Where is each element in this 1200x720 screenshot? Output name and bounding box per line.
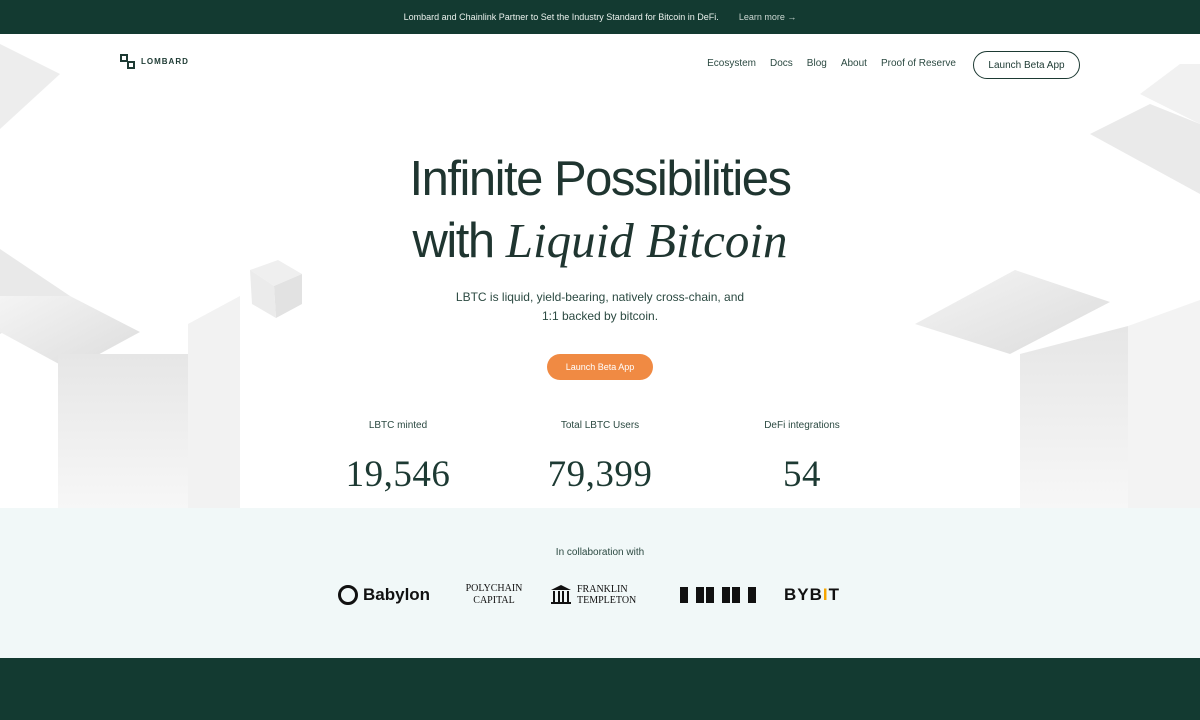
babylon-icon xyxy=(338,585,358,605)
headline-plain-text: with xyxy=(412,214,506,268)
okx-icon-x xyxy=(732,587,756,603)
bybit-text-c: T xyxy=(828,585,841,604)
partner-logo-franklin-templeton: FRANKLIN TEMPLETON xyxy=(550,580,636,610)
bybit-text-a: BYB xyxy=(784,585,823,604)
partner-logo-babylon: Babylon xyxy=(338,580,430,610)
nav-link-about[interactable]: About xyxy=(841,58,867,69)
brand-logo[interactable]: LOMBARD xyxy=(120,54,189,69)
partner-name-line2: CAPITAL xyxy=(473,595,515,606)
okx-icon xyxy=(680,587,704,603)
stat-total-users: Total LBTC Users 79,399 xyxy=(520,420,680,496)
footer-band xyxy=(0,658,1200,720)
launch-beta-app-nav-button[interactable]: Launch Beta App xyxy=(973,51,1080,79)
stat-defi-integrations: DeFi integrations 54 xyxy=(722,420,882,496)
collaboration-section: In collaboration with Babylon POLYCHAIN … xyxy=(0,508,1200,658)
brand-name: LOMBARD xyxy=(141,57,189,66)
hero-subtitle: LBTC is liquid, yield-bearing, natively … xyxy=(455,290,745,323)
hero-headline: Infinite Possibilities with Liquid Bitco… xyxy=(0,148,1200,272)
collaboration-title: In collaboration with xyxy=(555,547,645,558)
stat-label: Total LBTC Users xyxy=(560,420,640,431)
headline-italic-text: Liquid Bitcoin xyxy=(505,213,788,268)
partner-logo-okx xyxy=(680,580,756,610)
nav-link-docs[interactable]: Docs xyxy=(770,58,793,69)
partner-name: Babylon xyxy=(363,585,431,604)
stat-value: 79,399 xyxy=(547,454,653,495)
nav-links: Ecosystem Docs Blog About Proof of Reser… xyxy=(707,58,956,69)
partner-name-line1: POLYCHAIN xyxy=(465,583,523,594)
nav-link-ecosystem[interactable]: Ecosystem xyxy=(707,58,756,69)
franklin-templeton-icon xyxy=(551,585,571,604)
partner-name-line1: FRANKLIN xyxy=(577,584,628,595)
partner-logo-bybit: BYB I T xyxy=(784,580,840,610)
hero-headline-line2: with Liquid Bitcoin xyxy=(0,210,1200,272)
announcement-text: Lombard and Chainlink Partner to Set the… xyxy=(403,12,719,22)
nav-link-blog[interactable]: Blog xyxy=(807,58,827,69)
hero-headline-line1: Infinite Possibilities xyxy=(409,152,792,206)
lombard-logo-icon xyxy=(120,54,135,69)
announcement-learn-more-link[interactable]: Learn more → xyxy=(739,12,797,22)
stat-label: DeFi integrations xyxy=(764,420,840,431)
partner-logo-polychain: POLYCHAIN CAPITAL xyxy=(459,580,529,610)
nav-link-proof-of-reserve[interactable]: Proof of Reserve xyxy=(881,58,956,69)
stat-label: LBTC minted xyxy=(368,420,428,431)
top-nav: LOMBARD Ecosystem Docs Blog About Proof … xyxy=(0,34,1200,96)
stat-value: 54 xyxy=(783,454,821,495)
announcement-bar: Lombard and Chainlink Partner to Set the… xyxy=(0,0,1200,34)
okx-icon-k xyxy=(706,587,730,603)
stat-value: 19,546 xyxy=(345,454,451,495)
stat-lbtc-minted: LBTC minted 19,546 xyxy=(318,420,478,496)
launch-beta-app-hero-button[interactable]: Launch Beta App xyxy=(547,354,653,380)
partner-name-line2: TEMPLETON xyxy=(577,595,637,606)
